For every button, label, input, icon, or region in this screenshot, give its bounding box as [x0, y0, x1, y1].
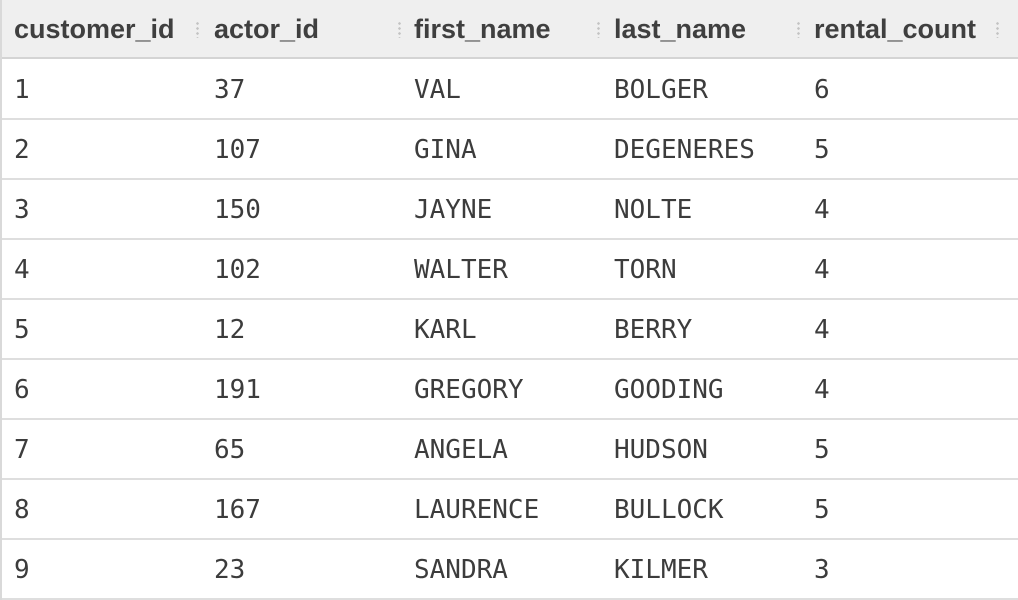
cell-first-name: GREGORY [414, 375, 524, 405]
cell-first-name: GINA [414, 135, 477, 165]
table-row[interactable]: 6 191 GREGORY GOODING 4 [2, 360, 1018, 420]
cell-first-name: VAL [414, 75, 461, 105]
cell-first-name: JAYNE [414, 195, 493, 225]
table-row[interactable]: 3 150 JAYNE NOLTE 4 [2, 180, 1018, 240]
cell-first-name: SANDRA [414, 555, 508, 585]
cell-actor-id: 150 [214, 195, 261, 225]
cell-rental-count: 6 [814, 75, 830, 105]
cell-rental-count: 5 [814, 435, 830, 465]
cell-first-name: WALTER [414, 255, 508, 285]
column-header-customer-id[interactable]: customer_id [14, 0, 175, 59]
cell-rental-count: 4 [814, 375, 830, 405]
cell-customer-id: 4 [14, 255, 30, 285]
cell-first-name: KARL [414, 315, 477, 345]
cell-rental-count: 4 [814, 195, 830, 225]
cell-customer-id: 7 [14, 435, 30, 465]
column-resize-handle[interactable] [398, 21, 401, 38]
table-row[interactable]: 9 23 SANDRA KILMER 3 [2, 540, 1018, 600]
cell-customer-id: 5 [14, 315, 30, 345]
cell-customer-id: 9 [14, 555, 30, 585]
cell-customer-id: 2 [14, 135, 30, 165]
cell-rental-count: 3 [814, 555, 830, 585]
cell-first-name: LAURENCE [414, 495, 540, 525]
cell-actor-id: 37 [214, 75, 246, 105]
cell-rental-count: 5 [814, 495, 830, 525]
cell-last-name: BERRY [614, 315, 693, 345]
column-header-rental-count[interactable]: rental_count [814, 0, 976, 59]
cell-actor-id: 167 [214, 495, 261, 525]
column-header-last-name[interactable]: last_name [614, 0, 746, 59]
cell-first-name: ANGELA [414, 435, 508, 465]
column-resize-handle[interactable] [597, 21, 600, 38]
table-row[interactable]: 5 12 KARL BERRY 4 [2, 300, 1018, 360]
table-row[interactable]: 1 37 VAL BOLGER 6 [2, 60, 1018, 120]
cell-rental-count: 5 [814, 135, 830, 165]
table-row[interactable]: 4 102 WALTER TORN 4 [2, 240, 1018, 300]
cell-last-name: BOLGER [614, 75, 708, 105]
column-resize-handle[interactable] [196, 21, 199, 38]
table-row[interactable]: 8 167 LAURENCE BULLOCK 5 [2, 480, 1018, 540]
cell-rental-count: 4 [814, 255, 830, 285]
cell-actor-id: 65 [214, 435, 246, 465]
results-table: customer_id actor_id first_name last_nam… [0, 0, 1018, 600]
column-resize-handle[interactable] [797, 21, 800, 38]
cell-customer-id: 6 [14, 375, 30, 405]
cell-last-name: NOLTE [614, 195, 693, 225]
cell-last-name: KILMER [614, 555, 708, 585]
cell-last-name: HUDSON [614, 435, 708, 465]
column-header-first-name[interactable]: first_name [414, 0, 551, 59]
table-header: customer_id actor_id first_name last_nam… [2, 0, 1018, 59]
cell-customer-id: 3 [14, 195, 30, 225]
cell-last-name: DEGENERES [614, 135, 755, 165]
cell-last-name: GOODING [614, 375, 724, 405]
cell-last-name: TORN [614, 255, 677, 285]
cell-customer-id: 1 [14, 75, 30, 105]
cell-actor-id: 12 [214, 315, 246, 345]
cell-actor-id: 107 [214, 135, 261, 165]
cell-customer-id: 8 [14, 495, 30, 525]
cell-last-name: BULLOCK [614, 495, 724, 525]
column-resize-handle[interactable] [996, 21, 999, 38]
table-row[interactable]: 2 107 GINA DEGENERES 5 [2, 120, 1018, 180]
cell-actor-id: 191 [214, 375, 261, 405]
cell-actor-id: 102 [214, 255, 261, 285]
column-header-actor-id[interactable]: actor_id [214, 0, 319, 59]
cell-rental-count: 4 [814, 315, 830, 345]
table-row[interactable]: 7 65 ANGELA HUDSON 5 [2, 420, 1018, 480]
cell-actor-id: 23 [214, 555, 246, 585]
